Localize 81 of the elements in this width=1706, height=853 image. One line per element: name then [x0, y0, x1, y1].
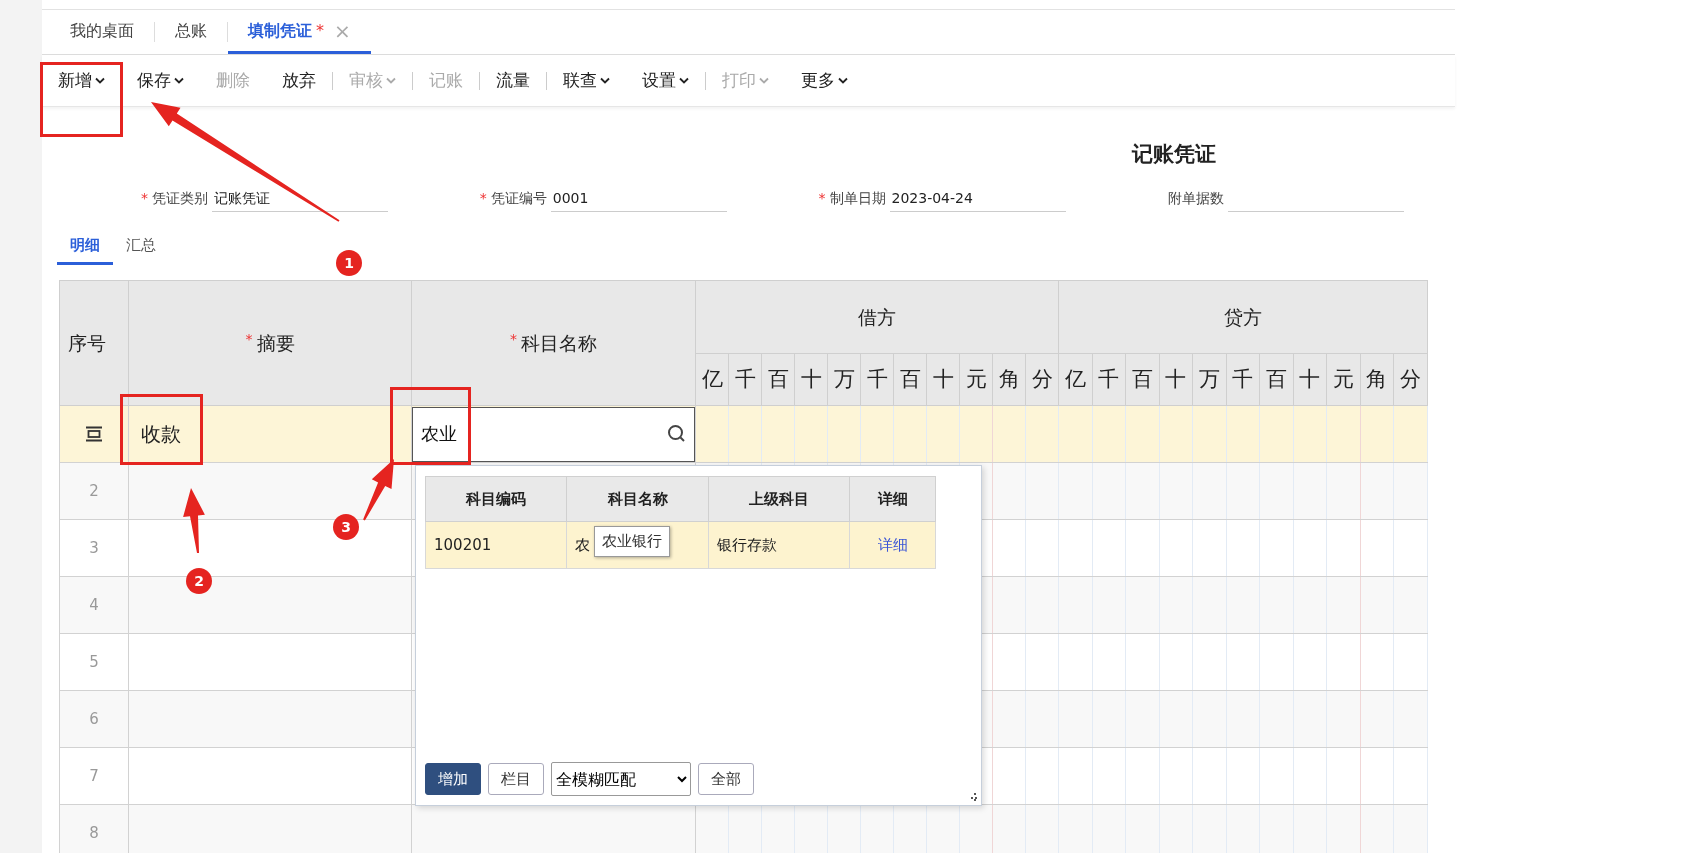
digit-header: 分 [1025, 353, 1059, 406]
row-number: 6 [89, 709, 99, 728]
row-number: 8 [89, 823, 99, 842]
caret-icon [386, 77, 396, 84]
caret-icon [95, 77, 105, 84]
step-badge: 2 [186, 568, 212, 594]
digit-header: 十 [926, 353, 960, 406]
column-header: 上级科目 [708, 476, 850, 522]
field-label: 附单据数 [1167, 189, 1226, 208]
caret-icon [679, 77, 689, 84]
row-number: 2 [89, 481, 99, 500]
tooltip: 农业银行 [594, 526, 670, 557]
field-label: * 凭证编号 [478, 189, 548, 208]
table-cell: 银行存款 [708, 521, 850, 569]
digit-header: 千 [1226, 353, 1260, 406]
detail-tab[interactable]: 明细 [57, 233, 113, 265]
match-mode-select[interactable]: 全模糊匹配 [551, 762, 691, 796]
digit-header: 十 [1159, 353, 1193, 406]
popup-button[interactable]: 栏目 [488, 763, 544, 795]
column-header: 借方 [695, 280, 1059, 354]
caret-icon [600, 77, 610, 84]
caret-icon [174, 77, 184, 84]
toolbar-button[interactable]: 联查 [547, 65, 626, 96]
toolbar-button[interactable]: 流量 [480, 65, 546, 96]
input-field[interactable]: 0001 [550, 185, 727, 212]
detail-tab[interactable]: 汇总 [113, 233, 169, 265]
digit-header: 亿 [695, 353, 729, 406]
column-header: * 摘要 [128, 280, 412, 406]
resize-grip-icon [969, 793, 977, 801]
digit-header: 百 [1125, 353, 1160, 406]
digit-header: 元 [959, 353, 993, 406]
field-label: * 凭证类别 [140, 189, 209, 208]
row-number: 3 [89, 538, 99, 557]
search-icon [667, 423, 687, 444]
row-number: 4 [89, 595, 99, 614]
column-header: * 科目名称 [411, 280, 696, 406]
digit-header: 元 [1326, 353, 1361, 406]
table-cell: 100201 [425, 521, 567, 569]
arrow [363, 459, 394, 521]
column-header: 贷方 [1058, 280, 1428, 354]
row-number: 7 [89, 766, 99, 785]
page-tab[interactable]: 填制凭证 * × [228, 10, 371, 54]
digit-header: 百 [761, 353, 795, 406]
toolbar-button[interactable]: 更多 [785, 65, 864, 96]
summary-text: 收款 [141, 422, 181, 446]
column-header: 科目名称 [566, 476, 709, 522]
voucher-title: 记账凭证 [1132, 144, 1216, 168]
digit-header: 千 [1092, 353, 1126, 406]
digit-header: 万 [1192, 353, 1227, 406]
field-label: * 制单日期 [817, 189, 887, 208]
digit-header: 分 [1393, 353, 1428, 406]
digit-header: 千 [860, 353, 894, 406]
digit-header: 十 [794, 353, 828, 406]
popup-button[interactable]: 增加 [425, 763, 481, 795]
arrow [183, 488, 205, 554]
digit-header: 百 [893, 353, 927, 406]
step-badge: 1 [336, 250, 362, 276]
page-tab[interactable]: 我的桌面 [50, 10, 154, 54]
digit-header: 百 [1259, 353, 1294, 406]
page-tab[interactable]: 总账 [155, 10, 227, 54]
step-badge: 3 [333, 514, 359, 540]
caret-icon [838, 77, 848, 84]
toolbar-button[interactable]: 放弃 [266, 65, 332, 96]
input-field[interactable]: 2023-04-24 [889, 185, 1066, 212]
toolbar-button[interactable]: 新增 [42, 65, 121, 96]
digit-header: 十 [1293, 353, 1327, 406]
toolbar-button[interactable]: 设置 [626, 65, 705, 96]
digit-header: 角 [1360, 353, 1394, 406]
digit-header: 亿 [1058, 353, 1093, 406]
digit-header: 角 [992, 353, 1026, 406]
digit-header: 千 [728, 353, 762, 406]
popup-button[interactable]: 全部 [698, 763, 754, 795]
column-header: 科目编码 [425, 476, 567, 522]
toolbar-button[interactable]: 保存 [121, 65, 200, 96]
row-handle-icon [85, 425, 103, 444]
caret-icon [759, 77, 769, 84]
column-header: 序号 [59, 280, 129, 406]
digit-header: 万 [827, 353, 861, 406]
column-header: 详细 [849, 476, 936, 522]
row-number: 5 [89, 652, 99, 671]
account-search-field[interactable]: 农业 [412, 406, 695, 462]
